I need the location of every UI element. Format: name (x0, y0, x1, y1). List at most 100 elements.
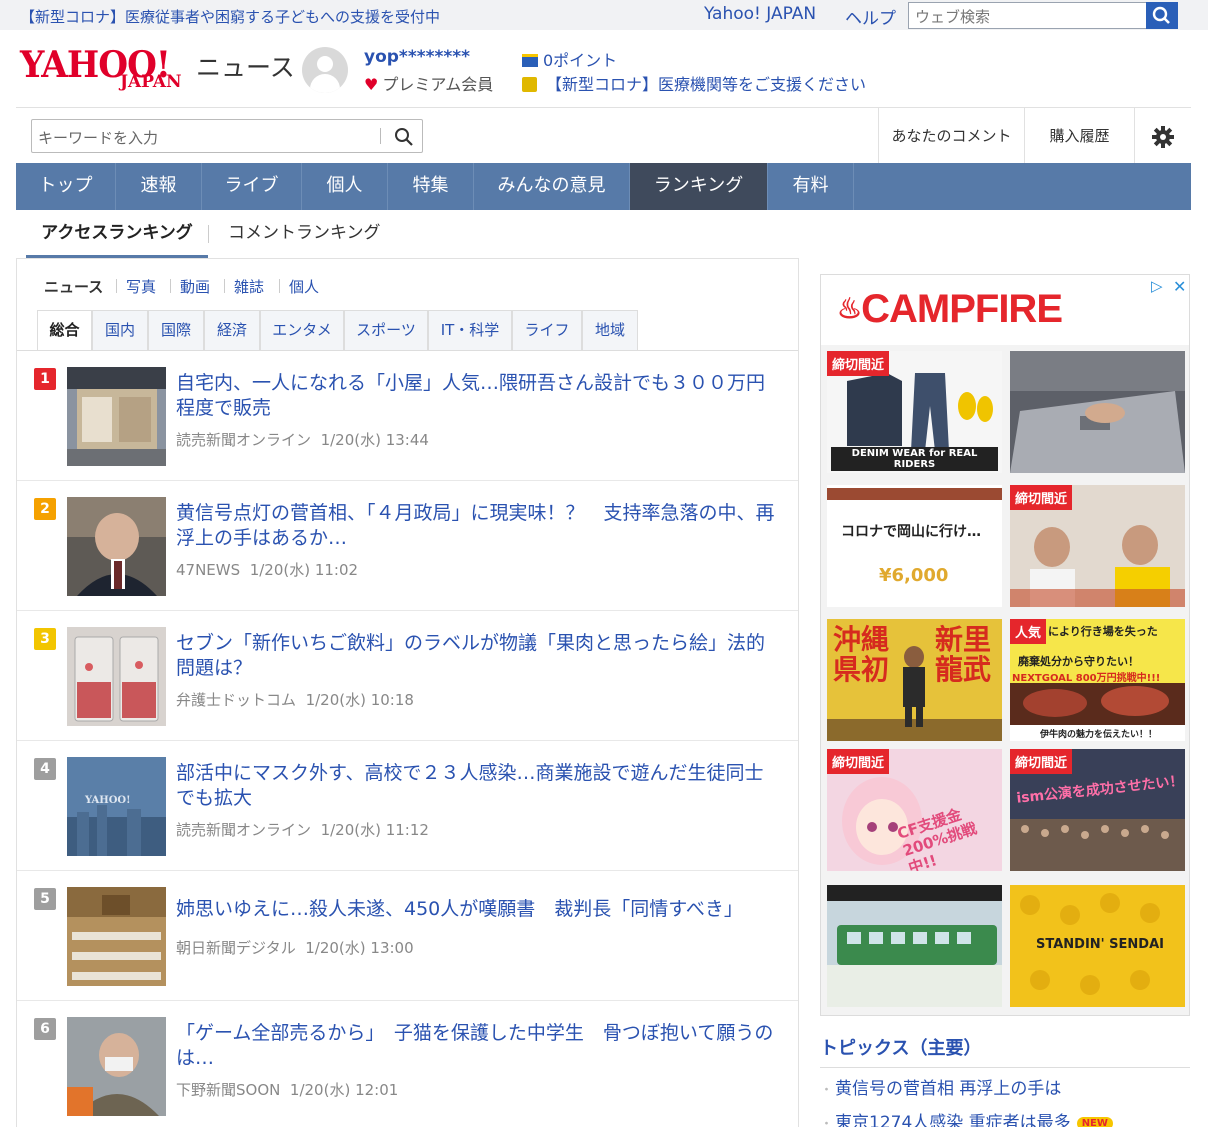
ad-tile-sendai[interactable]: STANDIN' SENDAI (1010, 885, 1185, 1007)
topic-item[interactable]: 東京1274人感染 重症者は最多 NEW (820, 1108, 1113, 1127)
article-time: 1/20(水) 13:44 (320, 431, 429, 449)
article-row[interactable]: 3 セブン「新作いちご飲料」のラベルが物議「果肉と思ったら絵」法的問題は？ 弁護… (17, 611, 798, 741)
article-row[interactable]: 1 自宅内、一人になれる「小屋」人気…隈研吾さん設計でも３００万円程度で販売 読… (17, 351, 798, 481)
genre-domestic[interactable]: 国内 (92, 310, 148, 350)
ad-choices-icon[interactable]: ▷ (1151, 277, 1163, 295)
tab-access-ranking[interactable]: アクセスランキング (26, 210, 208, 258)
category-news[interactable]: ニュース (44, 276, 103, 297)
tab-comment-ranking[interactable]: コメントランキング (228, 210, 381, 258)
genre-international[interactable]: 国際 (148, 310, 204, 350)
corona-support-label: 【新型コロナ】医療機関等をご支援ください (546, 75, 867, 94)
rank-badge: 2 (34, 498, 56, 520)
nav-individual[interactable]: 個人 (302, 163, 388, 210)
service-name: ニュース (196, 53, 295, 82)
article-meta: 下野新聞SOON 1/20(水) 12:01 (176, 1079, 398, 1100)
genre-economy[interactable]: 経済 (204, 310, 260, 350)
rank-badge: 6 (34, 1018, 56, 1040)
keyword-search-field[interactable]: キーワードを入力 (31, 119, 423, 153)
article-title[interactable]: 自宅内、一人になれる「小屋」人気…隈研吾さん設計でも３００万円程度で販売 (176, 371, 776, 421)
category-photo[interactable]: 写真 (126, 276, 156, 297)
genre-all[interactable]: 総合 (37, 310, 92, 351)
popular-badge: 人気 (1010, 619, 1047, 644)
article-time: 1/20(水) 13:00 (305, 939, 414, 957)
article-time: 1/20(水) 11:02 (249, 561, 359, 579)
new-badge: NEW (1076, 1117, 1113, 1127)
ad-tile-okayama[interactable]: コロナで岡山に行け… ¥6,000 (827, 485, 1002, 607)
topic-item[interactable]: 黄信号の菅首相 再浮上の手は (820, 1074, 1061, 1099)
username-link[interactable]: yop******** (364, 47, 470, 67)
article-row[interactable]: 5 姉思いゆえに…殺人未遂、450人が嘆願書 裁判長「同情すべき」 朝日新聞デジ… (17, 871, 798, 1001)
topic-label: 東京1274人感染 重症者は最多 (835, 1113, 1071, 1127)
keyword-search-input[interactable]: キーワードを入力 (38, 127, 158, 148)
yahoo-news-logo[interactable]: YAHOO! JAPAN (20, 44, 192, 94)
article-thumbnail[interactable] (67, 497, 166, 596)
article-time: 1/20(水) 12:01 (289, 1081, 399, 1099)
corona-support-link[interactable]: 【新型コロナ】医療機関等をご支援ください (522, 71, 866, 95)
ad-tile-okinawa[interactable]: 沖縄県初 新里龍武 (827, 619, 1002, 741)
genre-life[interactable]: ライフ (512, 310, 582, 350)
genre-local[interactable]: 地域 (582, 310, 638, 350)
article-source: 読売新聞オンライン (176, 821, 312, 839)
article-meta: 読売新聞オンライン 1/20(水) 13:44 (176, 429, 429, 450)
premium-member[interactable]: ♥ プレミアム会員 (364, 71, 493, 95)
close-icon[interactable]: ✕ (1173, 277, 1186, 296)
ranking-tabs: アクセスランキング コメントランキング (16, 210, 1191, 258)
web-search-input[interactable]: ウェブ検索 (908, 2, 1148, 29)
your-comments-link[interactable]: あなたのコメント (878, 108, 1024, 164)
purchase-history-link[interactable]: 購入履歴 (1024, 108, 1134, 164)
article-meta: 弁護士ドットコム 1/20(水) 10:18 (176, 689, 414, 710)
article-row[interactable]: 6 「ゲーム全部売るから」 子猫を保護した中学生 骨つぼ抱いて願うのは… 下野新… (17, 1001, 798, 1127)
campfire-logo[interactable]: ♨CAMPFIRE (837, 287, 1063, 332)
web-search-button[interactable] (1146, 2, 1178, 29)
points-link[interactable]: 0ポイント (522, 47, 617, 71)
nav-top[interactable]: トップ (16, 163, 116, 210)
ad-tile-anime[interactable]: 締切間近 CF支援金 200%挑戦中!! (827, 749, 1002, 871)
article-title[interactable]: 黄信号点灯の菅首相、「４月政局」に現実味！？ 支持率急落の中、再浮上の手はあるか… (176, 501, 776, 551)
genre-entertainment[interactable]: エンタメ (260, 310, 344, 350)
ad-tile-denim[interactable]: 締切間近 DENIM WEAR for REAL RIDERS (827, 351, 1002, 473)
article-title[interactable]: セブン「新作いちご飲料」のラベルが物議「果肉と思ったら絵」法的問題は？ (176, 631, 776, 681)
nav-opinions[interactable]: みんなの意見 (474, 163, 630, 210)
yahoo-japan-link[interactable]: Yahoo! JAPAN (704, 4, 816, 24)
article-thumbnail[interactable] (67, 887, 166, 986)
category-divider (170, 279, 171, 293)
nav-breaking[interactable]: 速報 (116, 163, 202, 210)
nav-paid[interactable]: 有料 (768, 163, 854, 210)
premium-label: プレミアム会員 (382, 75, 494, 94)
category-video[interactable]: 動画 (180, 276, 210, 297)
deadline-badge: 締切間近 (1010, 749, 1073, 774)
topic-label: 黄信号の菅首相 再浮上の手は (835, 1079, 1062, 1099)
article-title[interactable]: 姉思いゆえに…殺人未遂、450人が嘆願書 裁判長「同情すべき」 (176, 897, 776, 922)
corona-notice-link[interactable]: 【新型コロナ】医療従事者や困窮する子どもへの支援を受付中 (20, 6, 440, 27)
avatar[interactable] (302, 47, 348, 93)
article-title[interactable]: 部活中にマスク外す、高校で２３人感染…商業施設で遊んだ生徒同士でも拡大 (176, 761, 776, 811)
tab-divider (208, 225, 209, 243)
help-link[interactable]: ヘルプ (845, 4, 896, 29)
campfire-brand: CAMPFIRE (861, 287, 1063, 331)
search-icon[interactable] (392, 125, 416, 149)
genre-it-science[interactable]: IT・科学 (428, 310, 512, 350)
yahoo-news-watermark: YAHOO! (85, 795, 131, 806)
ad-tile-school[interactable]: 締切間近 (1010, 485, 1185, 607)
settings-button[interactable] (1134, 108, 1191, 164)
article-row[interactable]: 2 黄信号点灯の菅首相、「４月政局」に現実味！？ 支持率急落の中、再浮上の手はあ… (17, 481, 798, 611)
nav-ranking[interactable]: ランキング (630, 163, 768, 210)
article-thumbnail[interactable]: YAHOO! (67, 757, 166, 856)
category-magazine[interactable]: 雑誌 (234, 276, 264, 297)
article-title[interactable]: 「ゲーム全部売るから」 子猫を保護した中学生 骨つぼ抱いて願うのは… (176, 1021, 776, 1071)
article-thumbnail[interactable] (67, 367, 166, 466)
article-thumbnail[interactable] (67, 627, 166, 726)
ad-tile-train[interactable] (827, 885, 1002, 1007)
nav-live[interactable]: ライブ (202, 163, 302, 210)
search-icon (1152, 6, 1170, 24)
nav-feature[interactable]: 特集 (388, 163, 474, 210)
article-thumbnail[interactable] (67, 1017, 166, 1116)
campfire-ad[interactable]: ♨CAMPFIRE ▷ ✕ 締切間近 DENIM WEAR for REAL R… (820, 274, 1190, 1016)
article-row[interactable]: 4 YAHOO! 部活中にマスク外す、高校で２３人感染…商業施設で遊んだ生徒同士… (17, 741, 798, 871)
ad-tile-laptop[interactable] (1010, 351, 1185, 473)
ad-tile-beef[interactable]: 人気 により行き場を失った 廃棄処分から守りたい！ NEXTGOAL 800万円… (1010, 619, 1185, 741)
article-meta: 朝日新聞デジタル 1/20(水) 13:00 (176, 937, 414, 958)
ad-tile-ism[interactable]: 締切間近 ism公演を成功させたい！ (1010, 749, 1185, 871)
genre-sports[interactable]: スポーツ (344, 310, 428, 350)
category-individual[interactable]: 個人 (289, 276, 319, 297)
